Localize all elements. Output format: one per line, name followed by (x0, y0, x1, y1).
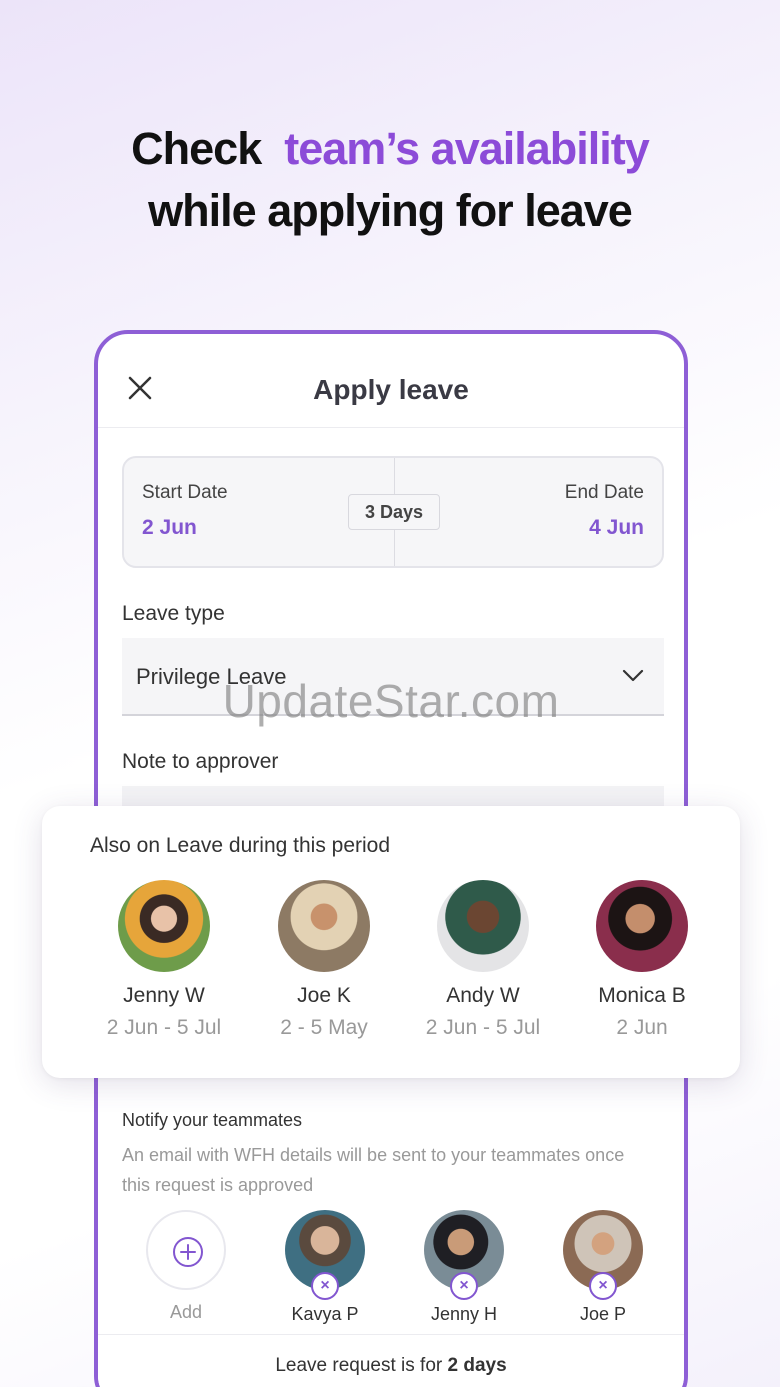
end-date-label: End Date (564, 482, 644, 503)
teammate-name: Kavya P (291, 1304, 359, 1324)
notify-title: Notify your teammates (122, 1110, 303, 1130)
avatar: × (563, 1210, 643, 1300)
plus-circle-icon (173, 1237, 203, 1267)
footer-days: 2 days (447, 1355, 507, 1376)
avatar: × (424, 1210, 504, 1300)
teammate-chip: × Kavya P (275, 1210, 375, 1325)
on-leave-person: Monica B 2 Jun (562, 880, 722, 1040)
add-teammate-circle[interactable] (146, 1210, 226, 1290)
also-on-leave-card: Also on Leave during this period Jenny W… (42, 806, 740, 1078)
avatar (118, 880, 210, 972)
headline-line-2: while applying for leave (148, 185, 633, 236)
person-dates: 2 - 5 May (280, 1016, 368, 1039)
teammate-chip: × Joe P (553, 1210, 653, 1325)
on-leave-person: Andy W 2 Jun - 5 Jul (403, 880, 563, 1040)
remove-icon[interactable]: × (450, 1272, 478, 1300)
avatar (437, 880, 529, 972)
footer-bar: Leave request is for 2 days (98, 1334, 684, 1387)
person-name: Jenny W (123, 984, 205, 1007)
person-name: Andy W (446, 984, 520, 1007)
start-date-label: Start Date (142, 482, 228, 503)
avatar: × (285, 1210, 365, 1300)
remove-icon[interactable]: × (589, 1272, 617, 1300)
person-dates: 2 Jun - 5 Jul (106, 1016, 222, 1039)
end-date-value[interactable]: 4 Jun (589, 516, 644, 540)
footer-summary: Leave request is for 2 days (98, 1355, 684, 1377)
headline-prefix: Check (131, 123, 262, 174)
note-label: Note to approver (122, 750, 279, 773)
headline: Check team’s availability while applying… (0, 118, 780, 242)
leave-type-label: Leave type (122, 602, 225, 625)
dialog-title: Apply leave (313, 374, 469, 405)
person-dates: 2 Jun (616, 1016, 668, 1039)
person-name: Joe K (297, 984, 351, 1007)
duration-badge: 3 Days (348, 494, 440, 530)
avatar (278, 880, 370, 972)
teammate-name: Jenny H (430, 1304, 498, 1324)
notify-description: An email with WFH details will be sent t… (122, 1145, 625, 1195)
teammate-chip: × Jenny H (414, 1210, 514, 1325)
person-name: Monica B (598, 984, 686, 1007)
teammate-name: Joe P (579, 1304, 627, 1324)
headline-accent: team’s availability (284, 123, 650, 174)
dialog-header: Apply leave (98, 334, 684, 428)
person-dates: 2 Jun - 5 Jul (425, 1016, 541, 1039)
on-leave-person: Joe K 2 - 5 May (244, 880, 404, 1040)
remove-icon[interactable]: × (311, 1272, 339, 1300)
date-range-card: Start Date 2 Jun End Date 4 Jun 3 Days (122, 456, 664, 568)
add-teammate-button[interactable]: Add (136, 1210, 236, 1323)
watermark: UpdateStar.com (222, 675, 560, 727)
headline-line-1: Check team’s availability (0, 118, 780, 180)
also-on-leave-title: Also on Leave during this period (90, 834, 391, 857)
avatar (596, 880, 688, 972)
on-leave-person: Jenny W 2 Jun - 5 Jul (84, 880, 244, 1040)
footer-prefix: Leave request is for (275, 1355, 443, 1376)
add-label: Add (169, 1302, 203, 1322)
start-date-value[interactable]: 2 Jun (142, 516, 197, 540)
